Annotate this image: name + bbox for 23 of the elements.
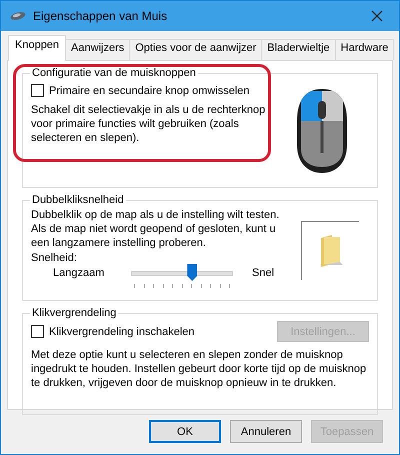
mouse-icon (10, 11, 26, 21)
description-text: Dubbelklik op de map als u de instelling wilt testen. Als de map niet wordt geopend of gesloten, kunt u een langzamere instelling proberen. (31, 208, 280, 250)
description-text: Schakel dit selectievakje in als u de rechterknop voor primaire functies wilt gebruiken (zoals selecteren en slepen). (31, 103, 266, 145)
dialog-button[interactable]: Annuleren (230, 420, 302, 443)
close-icon[interactable] (371, 10, 383, 22)
slider-thumb[interactable] (187, 264, 198, 281)
fast-label: Snel (252, 267, 274, 279)
group-title: Klikvergrendeling (31, 307, 118, 319)
description-text: Met deze optie kunt u selecteren en slepen zonder de muisknop ingedrukt te houden. Instellen gebeurt door korte tijd op de muisknop te drukken, vrijgeven door de muisknop opnieuw in te drukken. (31, 348, 368, 390)
speed-slider[interactable] (131, 264, 233, 290)
slow-label: Langzaam (53, 267, 106, 279)
test-area[interactable] (301, 221, 359, 280)
tab[interactable]: Hardware (334, 39, 394, 60)
tab[interactable]: Knoppen (8, 35, 66, 61)
checkbox-label[interactable]: Primaire en secundaire knop omwisselen (49, 84, 250, 96)
checkbox-label[interactable]: Klikvergrendeling inschakelen (49, 326, 195, 338)
speed-label: Snelheid: (31, 252, 78, 264)
group-title: Dubbelkliksnelheid (31, 194, 125, 206)
window-title: Eigenschappen van Muis (33, 9, 168, 23)
checkbox[interactable] (31, 84, 44, 97)
checkbox[interactable] (31, 325, 44, 338)
group-title: Configuratie van de muisknoppen (31, 67, 197, 79)
dialog-button[interactable]: OK (149, 420, 221, 443)
